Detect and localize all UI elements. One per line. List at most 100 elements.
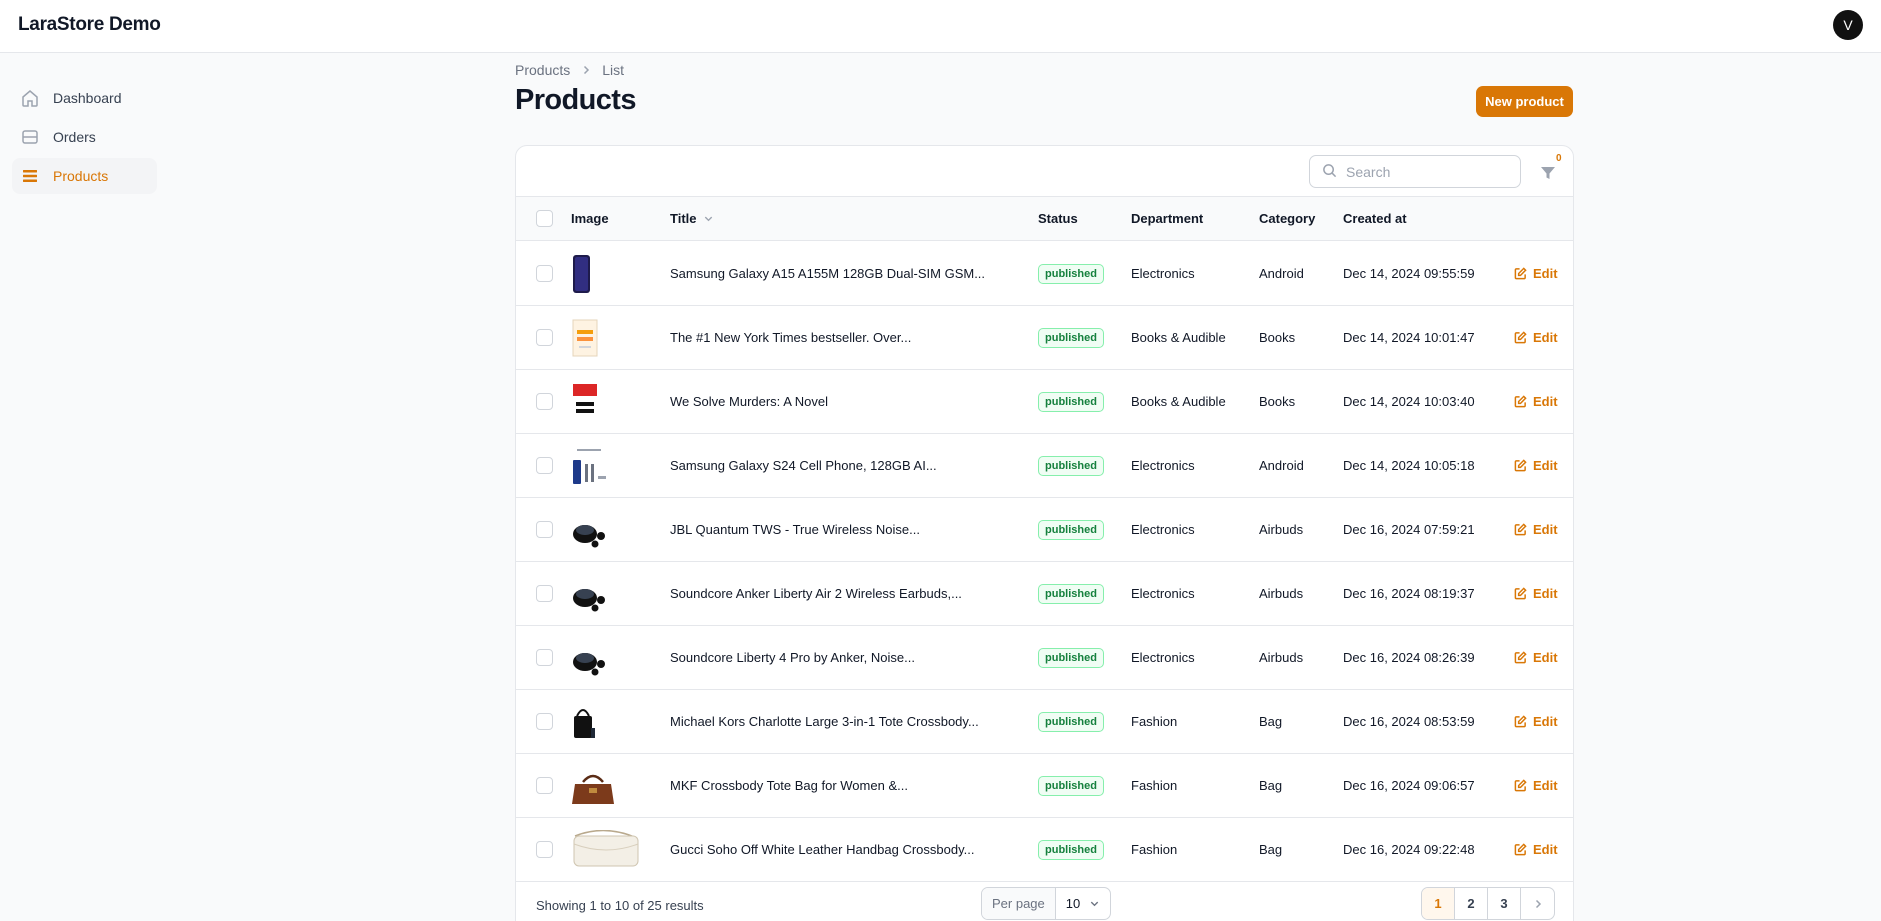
- product-category: Bag: [1259, 842, 1283, 857]
- status-badge: published: [1038, 328, 1104, 348]
- edit-icon: [1514, 715, 1533, 728]
- edit-icon: [1514, 267, 1533, 280]
- product-created-at: Dec 16, 2024 07:59:21: [1343, 522, 1475, 537]
- product-created-at: Dec 16, 2024 08:26:39: [1343, 650, 1475, 665]
- product-category: Android: [1259, 458, 1304, 473]
- status-badge: published: [1038, 456, 1104, 476]
- user-avatar[interactable]: V: [1833, 10, 1863, 40]
- product-created-at: Dec 14, 2024 10:01:47: [1343, 330, 1475, 345]
- page-2-button[interactable]: 2: [1455, 888, 1488, 919]
- column-category: Category: [1259, 211, 1316, 226]
- product-title: Michael Kors Charlotte Large 3-in-1 Tote…: [670, 714, 979, 729]
- sidebar-item-dashboard[interactable]: Dashboard: [12, 80, 157, 116]
- row-checkbox[interactable]: [536, 457, 553, 474]
- product-title: JBL Quantum TWS - True Wireless Noise...: [670, 522, 920, 537]
- table-row[interactable]: The #1 New York Times bestseller. Over..…: [516, 306, 1573, 370]
- row-checkbox[interactable]: [536, 521, 553, 538]
- edit-label: Edit: [1533, 266, 1558, 281]
- page-1-button[interactable]: 1: [1422, 888, 1455, 919]
- product-department: Fashion: [1131, 778, 1178, 793]
- product-category: Airbuds: [1259, 650, 1304, 665]
- status-badge: published: [1038, 776, 1104, 796]
- edit-icon: [1514, 523, 1533, 536]
- table-row[interactable]: Michael Kors Charlotte Large 3-in-1 Tote…: [516, 690, 1573, 754]
- column-status: Status: [1038, 211, 1078, 226]
- brand-logo[interactable]: LaraStore Demo: [18, 14, 161, 36]
- per-page-value-text: 10: [1065, 896, 1081, 911]
- product-title: Soundcore Liberty 4 Pro by Anker, Noise.…: [670, 650, 915, 665]
- edit-button[interactable]: Edit: [1514, 714, 1558, 729]
- edit-icon: [1514, 459, 1533, 472]
- product-image: [571, 510, 641, 550]
- edit-button[interactable]: Edit: [1514, 842, 1558, 857]
- product-image: [571, 382, 641, 422]
- product-image: [571, 318, 641, 358]
- row-checkbox[interactable]: [536, 329, 553, 346]
- edit-button[interactable]: Edit: [1514, 394, 1558, 409]
- row-checkbox[interactable]: [536, 841, 553, 858]
- list-icon: [20, 166, 40, 186]
- edit-button[interactable]: Edit: [1514, 458, 1558, 473]
- search-input[interactable]: [1346, 163, 1506, 180]
- product-department: Fashion: [1131, 842, 1178, 857]
- new-product-button[interactable]: New product: [1476, 86, 1573, 117]
- product-created-at: Dec 16, 2024 09:22:48: [1343, 842, 1475, 857]
- product-created-at: Dec 16, 2024 09:06:57: [1343, 778, 1475, 793]
- table-row[interactable]: Gucci Soho Off White Leather Handbag Cro…: [516, 818, 1573, 882]
- search-box[interactable]: [1309, 155, 1521, 188]
- row-checkbox[interactable]: [536, 265, 553, 282]
- sidebar-item-products[interactable]: Products: [12, 158, 157, 194]
- breadcrumb-products[interactable]: Products: [515, 62, 570, 78]
- product-department: Electronics: [1131, 650, 1195, 665]
- inbox-icon: [20, 127, 40, 147]
- edit-icon: [1514, 651, 1533, 664]
- product-created-at: Dec 16, 2024 08:19:37: [1343, 586, 1475, 601]
- page-3-button[interactable]: 3: [1488, 888, 1521, 919]
- row-checkbox[interactable]: [536, 393, 553, 410]
- column-title[interactable]: Title: [670, 211, 714, 226]
- product-image: [571, 574, 641, 614]
- table-row[interactable]: Soundcore Anker Liberty Air 2 Wireless E…: [516, 562, 1573, 626]
- product-title: We Solve Murders: A Novel: [670, 394, 828, 409]
- table-row[interactable]: MKF Crossbody Tote Bag for Women &... pub…: [516, 754, 1573, 818]
- product-title: The #1 New York Times bestseller. Over..…: [670, 330, 912, 345]
- product-created-at: Dec 14, 2024 10:03:40: [1343, 394, 1475, 409]
- table-row[interactable]: Samsung Galaxy S24 Cell Phone, 128GB AI.…: [516, 434, 1573, 498]
- product-image: [571, 254, 641, 294]
- product-image: [571, 638, 641, 678]
- table-toolbar: 0: [516, 146, 1573, 197]
- row-checkbox[interactable]: [536, 713, 553, 730]
- next-page-button[interactable]: [1521, 888, 1554, 919]
- table-row[interactable]: We Solve Murders: A Novel published Books …: [516, 370, 1573, 434]
- edit-button[interactable]: Edit: [1514, 586, 1558, 601]
- edit-button[interactable]: Edit: [1514, 266, 1558, 281]
- per-page-label: Per page: [982, 888, 1056, 919]
- edit-button[interactable]: Edit: [1514, 330, 1558, 345]
- row-checkbox[interactable]: [536, 777, 553, 794]
- page-title: Products: [515, 84, 636, 116]
- product-category: Airbuds: [1259, 586, 1304, 601]
- select-all-checkbox[interactable]: [536, 210, 553, 227]
- table-row[interactable]: Samsung Galaxy A15 A155M 128GB Dual-SIM …: [516, 242, 1573, 306]
- edit-button[interactable]: Edit: [1514, 778, 1558, 793]
- edit-label: Edit: [1533, 394, 1558, 409]
- edit-label: Edit: [1533, 522, 1558, 537]
- product-image: [571, 766, 641, 806]
- sidebar-item-label: Orders: [53, 129, 96, 145]
- table-row[interactable]: Soundcore Liberty 4 Pro by Anker, Noise.…: [516, 626, 1573, 690]
- edit-button[interactable]: Edit: [1514, 522, 1558, 537]
- status-badge: published: [1038, 520, 1104, 540]
- row-checkbox[interactable]: [536, 585, 553, 602]
- per-page-value[interactable]: 10: [1056, 888, 1110, 919]
- chevron-down-icon: [703, 213, 714, 224]
- column-title-label: Title: [670, 211, 697, 226]
- edit-button[interactable]: Edit: [1514, 650, 1558, 665]
- status-badge: published: [1038, 392, 1104, 412]
- edit-label: Edit: [1533, 586, 1558, 601]
- sidebar-item-orders[interactable]: Orders: [12, 119, 157, 155]
- filter-icon[interactable]: [1536, 161, 1560, 185]
- edit-label: Edit: [1533, 778, 1558, 793]
- row-checkbox[interactable]: [536, 649, 553, 666]
- table-row[interactable]: JBL Quantum TWS - True Wireless Noise...…: [516, 498, 1573, 562]
- per-page-select[interactable]: Per page 10: [981, 887, 1111, 920]
